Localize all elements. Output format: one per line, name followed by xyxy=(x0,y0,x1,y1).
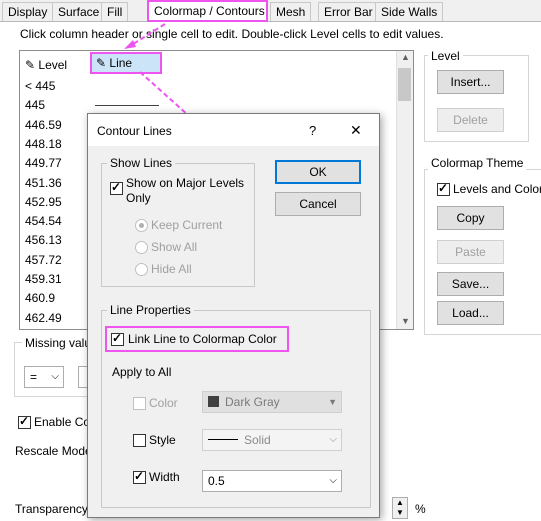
colormap-theme-title: Colormap Theme xyxy=(428,156,527,170)
load-button[interactable]: Load... xyxy=(437,301,504,325)
hide-all-label: Hide All xyxy=(151,262,192,276)
link-line-checkbox[interactable] xyxy=(111,331,124,346)
level-group-title: Level xyxy=(428,49,463,63)
show-major-levels-line1: Show on Major Levels xyxy=(126,176,245,190)
transparency-spinner[interactable]: ▲ ▼ xyxy=(392,497,408,519)
color-label: Color xyxy=(149,396,178,410)
transparency-unit: % xyxy=(415,502,426,516)
color-checkbox[interactable] xyxy=(133,397,146,410)
cancel-button[interactable]: Cancel xyxy=(275,192,361,216)
chevron-down-icon: ⌵ xyxy=(329,434,337,445)
ok-button[interactable]: OK xyxy=(275,160,361,184)
line-properties-title: Line Properties xyxy=(107,303,194,317)
show-major-levels-checkbox[interactable] xyxy=(110,180,123,195)
contour-lines-dialog: Contour Lines ? ✕ Show Lines Show on Maj… xyxy=(87,113,380,518)
color-value: Dark Gray xyxy=(225,395,280,409)
keep-current-label: Keep Current xyxy=(151,218,223,232)
width-checkbox[interactable] xyxy=(133,469,146,484)
enable-checkbox[interactable] xyxy=(18,414,31,429)
show-major-levels-label: Show on Major Levels Only xyxy=(126,176,244,206)
show-major-levels-line2: Only xyxy=(126,191,151,205)
width-select[interactable]: 0.5 ⌵ xyxy=(202,470,342,492)
dialog-title: Contour Lines xyxy=(97,124,172,138)
show-all-radio[interactable] xyxy=(135,241,148,254)
color-select[interactable]: Dark Gray ▼ xyxy=(202,391,342,413)
missing-operator-value: = xyxy=(30,370,38,384)
enable-label: Enable Co xyxy=(34,415,91,429)
show-lines-title: Show Lines xyxy=(107,156,176,170)
hide-all-radio[interactable] xyxy=(135,263,148,276)
close-icon[interactable]: ✕ xyxy=(350,122,362,139)
insert-button[interactable]: Insert... xyxy=(437,70,504,94)
transparency-label: Transparency xyxy=(15,502,88,516)
delete-button[interactable]: Delete xyxy=(437,108,504,132)
levels-colors-label: Levels and Colors xyxy=(453,182,541,196)
style-value: Solid xyxy=(244,433,271,447)
width-value: 0.5 xyxy=(208,474,225,488)
missing-values-title: Missing valu xyxy=(22,336,95,350)
rescale-mode-label: Rescale Mode xyxy=(15,444,92,458)
apply-to-all-label: Apply to All xyxy=(112,365,172,379)
show-all-label: Show All xyxy=(151,240,198,254)
line-style-sample xyxy=(208,439,238,440)
chevron-down-icon: ⌵ xyxy=(51,371,59,382)
help-icon[interactable]: ? xyxy=(309,123,316,138)
chevron-down-icon: ⌵ xyxy=(329,475,337,486)
style-checkbox[interactable] xyxy=(133,434,146,447)
paste-button[interactable]: Paste xyxy=(437,240,504,264)
dropdown-arrow-icon: ▼ xyxy=(328,397,337,407)
keep-current-radio[interactable] xyxy=(135,219,148,232)
copy-button[interactable]: Copy xyxy=(437,206,504,230)
style-select[interactable]: Solid ⌵ xyxy=(202,429,342,451)
width-label: Width xyxy=(149,470,180,484)
link-line-label: Link Line to Colormap Color xyxy=(128,332,277,346)
color-swatch xyxy=(208,396,219,407)
save-button[interactable]: Save... xyxy=(437,272,504,296)
style-label: Style xyxy=(149,433,176,447)
dialog-titlebar: Contour Lines ? ✕ xyxy=(88,114,379,146)
missing-operator-select[interactable]: = ⌵ xyxy=(24,366,64,388)
levels-colors-checkbox[interactable] xyxy=(437,181,450,196)
